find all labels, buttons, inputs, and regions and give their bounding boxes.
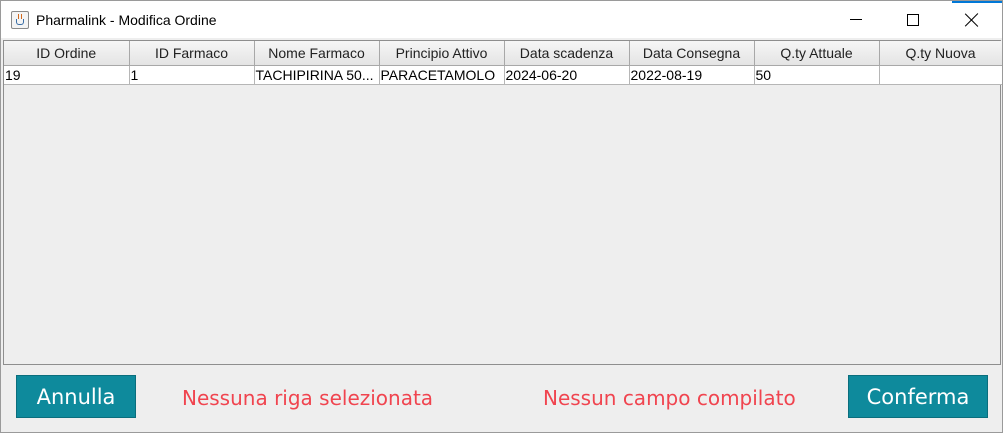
column-header-id-ordine[interactable]: ID Ordine xyxy=(4,41,130,66)
maximize-icon xyxy=(907,13,919,26)
cell-id-farmaco[interactable]: 1 xyxy=(129,65,255,85)
cell-nome-farmaco[interactable]: TACHIPIRINA 50... xyxy=(254,65,380,85)
column-header-data-scadenza[interactable]: Data scadenza xyxy=(504,41,630,66)
column-header-data-consegna[interactable]: Data Consegna xyxy=(629,41,755,66)
orders-table-area[interactable]: ID Ordine ID Farmaco Nome Farmaco Princi… xyxy=(3,40,1002,365)
minimize-button[interactable] xyxy=(833,1,879,38)
table-row[interactable]: 19 1 TACHIPIRINA 50... PARACETAMOLO 2024… xyxy=(4,65,1002,85)
column-header-nome-farmaco[interactable]: Nome Farmaco xyxy=(254,41,380,66)
row-selection-status: Nessuna riga selezionata xyxy=(182,386,434,410)
title-accent xyxy=(952,1,1002,3)
app-window: Pharmalink - Modifica Ordine ID Ordine I… xyxy=(0,0,1003,433)
column-header-principio-attivo[interactable]: Principio Attivo xyxy=(379,41,505,66)
minimize-icon xyxy=(850,19,862,20)
field-status: Nessun campo compilato xyxy=(543,386,796,410)
close-icon xyxy=(965,13,979,27)
cell-id-ordine[interactable]: 19 xyxy=(4,65,130,85)
column-header-qty-attuale[interactable]: Q.ty Attuale xyxy=(754,41,880,66)
title-bar[interactable]: Pharmalink - Modifica Ordine xyxy=(1,1,1002,38)
window-title: Pharmalink - Modifica Ordine xyxy=(36,12,217,28)
cell-principio-attivo[interactable]: PARACETAMOLO xyxy=(379,65,505,85)
cell-data-consegna[interactable]: 2022-08-19 xyxy=(629,65,755,85)
column-header-qty-nuova[interactable]: Q.ty Nuova xyxy=(879,41,1002,66)
cell-data-scadenza[interactable]: 2024-06-20 xyxy=(504,65,630,85)
cell-qty-nuova[interactable] xyxy=(879,65,1002,85)
java-app-icon xyxy=(11,11,29,29)
close-button[interactable] xyxy=(949,1,995,38)
column-header-id-farmaco[interactable]: ID Farmaco xyxy=(129,41,255,66)
table-header-row: ID Ordine ID Farmaco Nome Farmaco Princi… xyxy=(4,41,1002,66)
confirm-button[interactable]: Conferma xyxy=(848,375,988,418)
maximize-button[interactable] xyxy=(890,1,936,38)
orders-table: ID Ordine ID Farmaco Nome Farmaco Princi… xyxy=(4,41,1002,85)
cell-qty-attuale[interactable]: 50 xyxy=(754,65,880,85)
cancel-button[interactable]: Annulla xyxy=(16,375,136,418)
